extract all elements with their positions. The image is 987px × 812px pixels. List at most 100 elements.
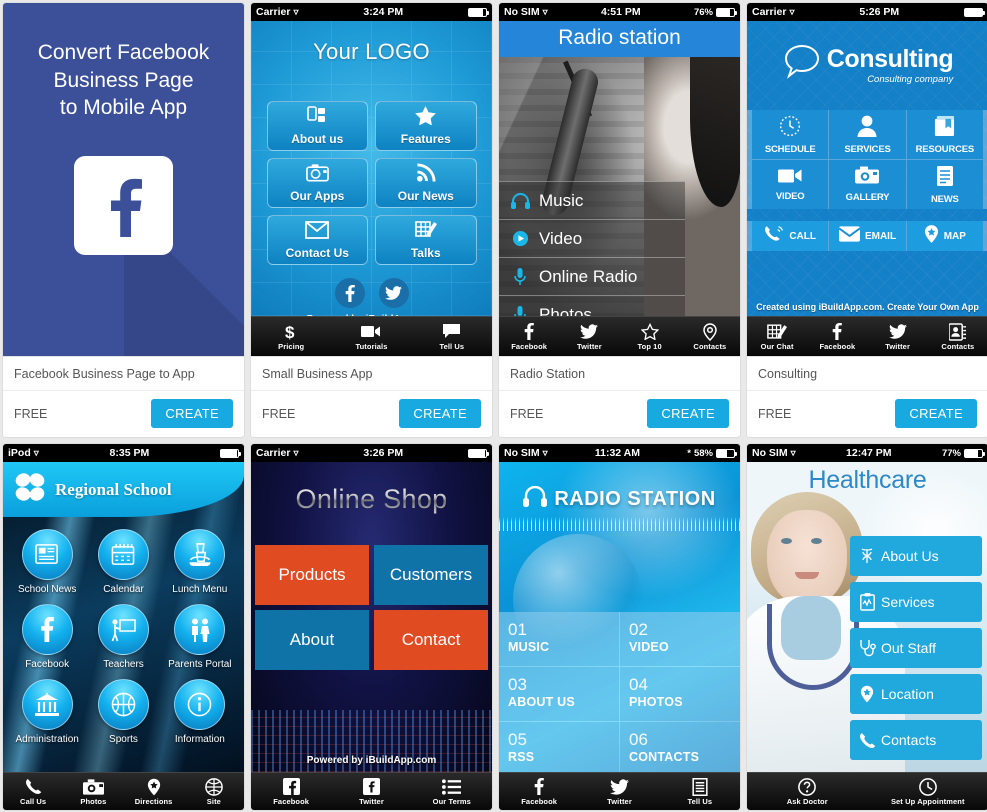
menu-item-administration[interactable]: Administration (9, 679, 85, 745)
tab-call-us[interactable]: Call Us (3, 777, 63, 806)
video-icon (361, 322, 381, 341)
menu-item-video[interactable]: Video (499, 220, 685, 258)
tab-photos[interactable]: Photos (63, 777, 123, 806)
menu-item-video[interactable]: 02 VIDEO (620, 612, 740, 666)
menu-item-label: ABOUT US (508, 695, 575, 709)
tile-customers[interactable]: Customers (374, 545, 488, 605)
battery-icon (963, 7, 985, 17)
tab-tutorials[interactable]: Tutorials (331, 322, 411, 351)
tab-site[interactable]: Site (184, 777, 244, 806)
tab-twitter[interactable]: Twitter (868, 322, 928, 351)
menu-item-lunch-menu[interactable]: Lunch Menu (162, 529, 238, 595)
app-title: Regional School (55, 479, 172, 499)
menu-item-teachers[interactable]: Teachers (85, 604, 161, 670)
menu-button-contacts[interactable]: Contacts (850, 720, 982, 760)
menu-item-information[interactable]: Information (162, 679, 238, 745)
tab-twitter[interactable]: Twitter (579, 777, 659, 806)
menu-item-label: Parents Portal (168, 659, 232, 670)
tile-schedule[interactable]: SCHEDULE (752, 110, 829, 159)
create-button[interactable]: CREATE (647, 399, 729, 428)
tile-services[interactable]: SERVICES (829, 110, 906, 159)
status-bar: No SIM ▿ 12:47 PM 77% (747, 444, 987, 462)
template-card-healthcare[interactable]: No SIM ▿ 12:47 PM 77% Healthcare About U… (747, 444, 987, 810)
tab-facebook[interactable]: Facebook (499, 322, 559, 351)
menu-button-label: Services (881, 594, 935, 610)
tab-directions[interactable]: Directions (124, 777, 184, 806)
menu-item-contacts[interactable]: 06 CONTACTS (620, 722, 740, 772)
star-outline-icon (640, 322, 659, 341)
menu-item-photos[interactable]: 04 PHOTOS (620, 667, 740, 721)
tab-contacts[interactable]: Contacts (928, 322, 987, 351)
menu-item-calendar[interactable]: Calendar (85, 529, 161, 595)
action-map[interactable]: MAP (906, 221, 983, 251)
tab-facebook[interactable]: Facebook (807, 322, 867, 351)
status-left: iPod ▿ (8, 447, 39, 459)
menu-button-location[interactable]: Location (850, 674, 982, 714)
caduceus-icon (858, 547, 876, 565)
rss-icon (416, 163, 436, 187)
tile-contact[interactable]: Contact (374, 610, 488, 670)
battery-icon (963, 448, 985, 458)
menu-button-out-staff[interactable]: Out Staff (850, 628, 982, 668)
menu-item-sports[interactable]: Sports (85, 679, 161, 745)
menu-item-rss[interactable]: 05 RSS (499, 722, 619, 772)
menu-button-our-apps[interactable]: Our Apps (266, 158, 368, 208)
tab-twitter[interactable]: Twitter (559, 322, 619, 351)
template-card-radio-station[interactable]: No SIM ▿ 4:51 PM 76% Radio station Music… (499, 3, 740, 437)
tab-ask-doctor[interactable]: Ask Doctor (747, 777, 868, 806)
tile-gallery[interactable]: GALLERY (829, 160, 906, 209)
tile-news[interactable]: NEWS (906, 160, 983, 209)
facebook-icon[interactable] (334, 278, 365, 308)
tab-our-terms[interactable]: Our Terms (412, 777, 492, 806)
card-title: Facebook Business Page to App (3, 356, 244, 390)
tab-top-10[interactable]: Top 10 (620, 322, 680, 351)
action-email[interactable]: EMAIL (829, 221, 906, 251)
tab-our-chat[interactable]: Our Chat (747, 322, 807, 351)
menu-item-about-us[interactable]: 03 ABOUT US (499, 667, 619, 721)
tab-facebook[interactable]: Facebook (251, 777, 331, 806)
menu-item-facebook[interactable]: Facebook (9, 604, 85, 670)
tile-label: GALLERY (845, 192, 890, 203)
twitter-icon[interactable] (378, 278, 409, 308)
menu-item-music[interactable]: Music (499, 182, 685, 220)
phone-preview: No SIM ▿ 11:32 AM * 58% RADIO STATION 01… (499, 444, 740, 810)
action-call[interactable]: CALL (752, 221, 829, 251)
menu-button-about-us[interactable]: About Us (850, 536, 982, 576)
tab-pricing[interactable]: $ Pricing (251, 322, 331, 352)
menu-item-parents-portal[interactable]: Parents Portal (162, 604, 238, 670)
template-card-radio-station-2[interactable]: No SIM ▿ 11:32 AM * 58% RADIO STATION 01… (499, 444, 740, 810)
menu-button-talks[interactable]: Talks (375, 215, 477, 265)
status-time: 3:26 PM (363, 447, 404, 459)
menu-button-our-news[interactable]: Our News (375, 158, 477, 208)
tile-resources[interactable]: RESOURCES (906, 110, 983, 159)
tab-tell-us[interactable]: Tell Us (660, 777, 740, 806)
menu-button-features[interactable]: Features (375, 101, 477, 151)
create-button[interactable]: CREATE (399, 399, 481, 428)
menu-item-photos[interactable]: Photos (499, 296, 685, 316)
menu-item-school-news[interactable]: School News (9, 529, 85, 595)
template-card-small-business[interactable]: Carrier ▿ 3:24 PM Your LOGO About us Fea… (251, 3, 492, 437)
tile-about[interactable]: About (255, 610, 369, 670)
tab-set-up-appointment[interactable]: Set Up Appointment (868, 777, 987, 806)
tab-label: Twitter (885, 342, 910, 351)
menu-button-services[interactable]: Services (850, 582, 982, 622)
menu-item-online-radio[interactable]: Online Radio (499, 258, 685, 296)
menu-button-about-us[interactable]: About us (266, 101, 368, 151)
tab-tell-us[interactable]: Tell Us (412, 322, 492, 351)
create-button[interactable]: CREATE (151, 399, 233, 428)
tile-video[interactable]: VIDEO (752, 160, 829, 209)
template-card-regional-school[interactable]: iPod ▿ 8:35 PM Regional School School Ne… (3, 444, 244, 810)
template-card-facebook[interactable]: Convert Facebook Business Page to Mobile… (3, 3, 244, 437)
tile-products[interactable]: Products (255, 545, 369, 605)
template-card-online-shop[interactable]: Carrier ▿ 3:26 PM Online Shop Products C… (251, 444, 492, 810)
tab-facebook[interactable]: Facebook (499, 777, 579, 806)
template-card-consulting[interactable]: Carrier ▿ 5:26 PM Consulting Consulting … (747, 3, 987, 437)
menu-button-contact-us[interactable]: Contact Us (266, 215, 368, 265)
facebook-icon (74, 156, 173, 256)
create-button[interactable]: CREATE (895, 399, 977, 428)
menu-item-music[interactable]: 01 MUSIC (499, 612, 619, 666)
tab-label: Twitter (607, 797, 632, 806)
tab-contacts[interactable]: Contacts (680, 322, 740, 351)
tab-twitter[interactable]: Twitter (331, 777, 411, 806)
clock-icon (779, 115, 801, 142)
